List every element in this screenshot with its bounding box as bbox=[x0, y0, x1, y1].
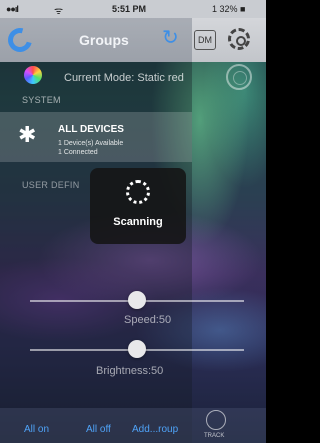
devices-connected-text: 1 Connected bbox=[58, 149, 98, 156]
speed-label: Speed:50 bbox=[124, 314, 172, 326]
list-item-all-devices[interactable]: ✱ ALL DEVICES 1 Device(s) Available 1 Co… bbox=[0, 112, 192, 162]
spinner-icon bbox=[126, 180, 150, 204]
track-label: TRACK bbox=[204, 433, 225, 439]
scanning-label: Scanning bbox=[113, 216, 163, 228]
all-devices-title: ALL DEVICES bbox=[58, 124, 124, 135]
settings-gear-icon[interactable] bbox=[228, 28, 250, 50]
page-title: Groups bbox=[79, 32, 129, 48]
bottom-toolbar: All on All off Add...roup TRACK bbox=[0, 408, 266, 443]
status-bar: ●●ıl ᯤ 5:51 PM 1 32% ■ bbox=[0, 0, 266, 18]
devices-available-text: 1 Device(s) Available bbox=[58, 140, 124, 147]
app-screen: ●●ıl ᯤ 5:51 PM 1 32% ■ Groups ↻ DM Curre… bbox=[0, 0, 266, 443]
navigation-bar: Groups ↻ DM bbox=[0, 18, 266, 62]
section-header-system: SYSTEM bbox=[22, 95, 61, 105]
scanning-overlay: Scanning bbox=[90, 168, 186, 244]
track-icon[interactable] bbox=[206, 410, 226, 430]
brightness-slider-thumb[interactable] bbox=[128, 340, 146, 358]
all-off-button[interactable]: All off bbox=[86, 424, 111, 435]
battery-icon: 1 32% ■ bbox=[212, 4, 246, 14]
wifi-icon: ᯤ bbox=[54, 6, 64, 17]
section-header-user-defined: USER DEFIN bbox=[22, 180, 80, 190]
speed-slider-thumb[interactable] bbox=[128, 291, 146, 309]
power-icon[interactable] bbox=[226, 64, 252, 90]
dm-button[interactable]: DM bbox=[194, 30, 216, 50]
refresh-icon[interactable]: ↻ bbox=[162, 28, 179, 48]
bluetooth-icon: ✱ bbox=[18, 122, 37, 147]
status-time: 5:51 PM bbox=[112, 4, 147, 14]
brightness-label: Brightness:50 bbox=[96, 365, 164, 377]
color-wheel-icon bbox=[24, 66, 42, 84]
add-group-button[interactable]: Add...roup bbox=[132, 424, 178, 435]
current-mode-text: Current Mode: Static red bbox=[64, 72, 184, 84]
all-on-button[interactable]: All on bbox=[24, 424, 49, 435]
signal-icon: ●●ıl bbox=[6, 4, 19, 14]
